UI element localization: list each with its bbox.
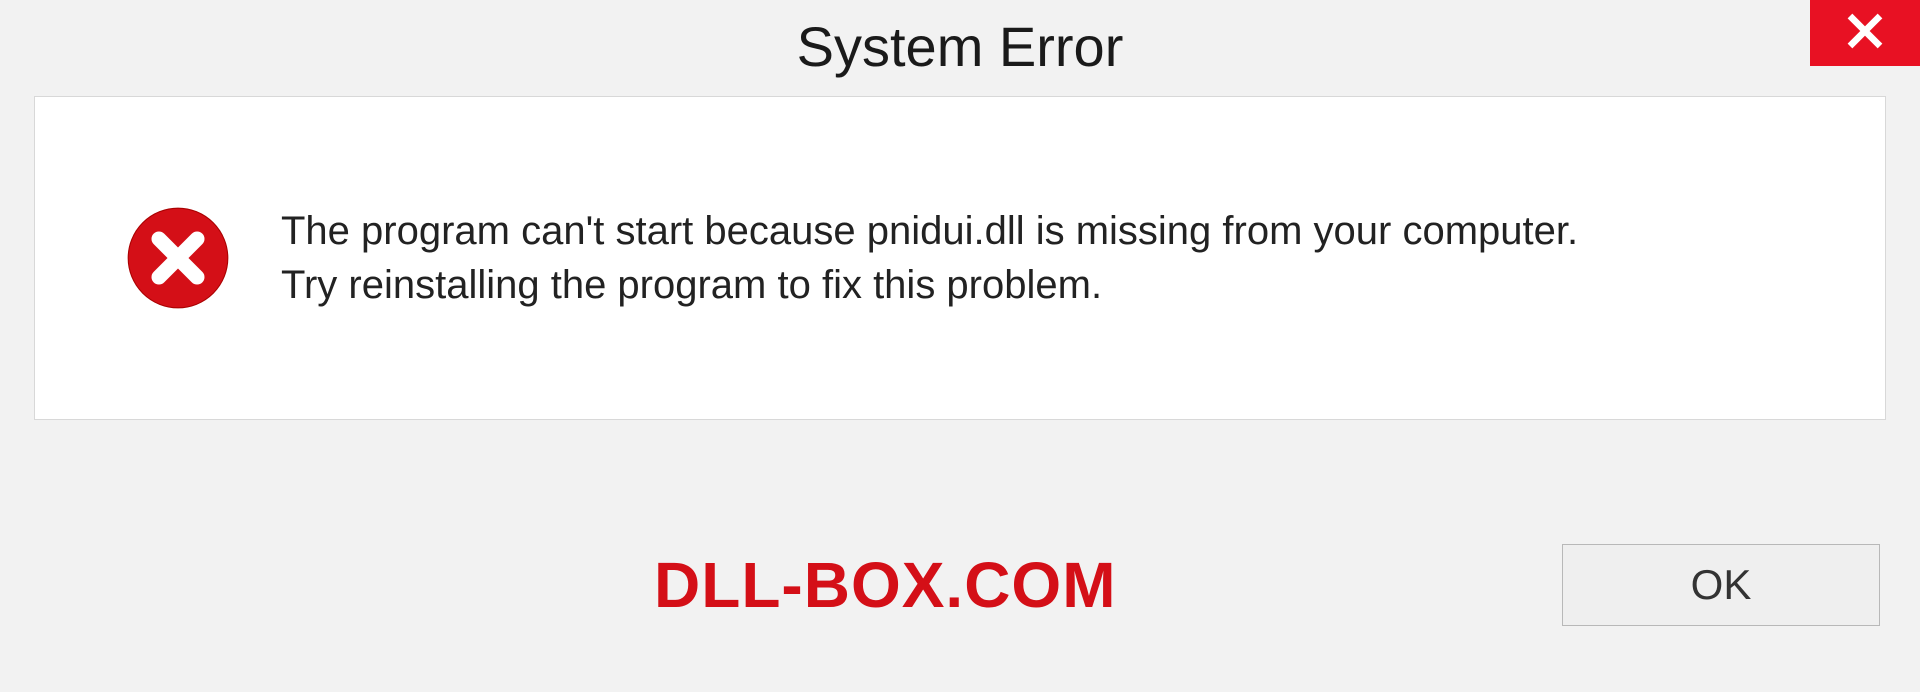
close-button[interactable] — [1810, 0, 1920, 66]
watermark-text: DLL-BOX.COM — [654, 548, 1117, 622]
ok-button-label: OK — [1691, 561, 1752, 609]
error-message-line1: The program can't start because pnidui.d… — [281, 204, 1578, 258]
title-bar: System Error — [0, 0, 1920, 96]
error-message-line2: Try reinstalling the program to fix this… — [281, 258, 1578, 312]
close-icon — [1846, 12, 1884, 55]
dialog-title: System Error — [0, 0, 1920, 79]
error-circle-x-icon — [125, 205, 231, 311]
message-panel: The program can't start because pnidui.d… — [34, 96, 1886, 420]
error-message: The program can't start because pnidui.d… — [281, 204, 1578, 312]
ok-button[interactable]: OK — [1562, 544, 1880, 626]
dialog-footer: DLL-BOX.COM OK — [34, 420, 1886, 692]
